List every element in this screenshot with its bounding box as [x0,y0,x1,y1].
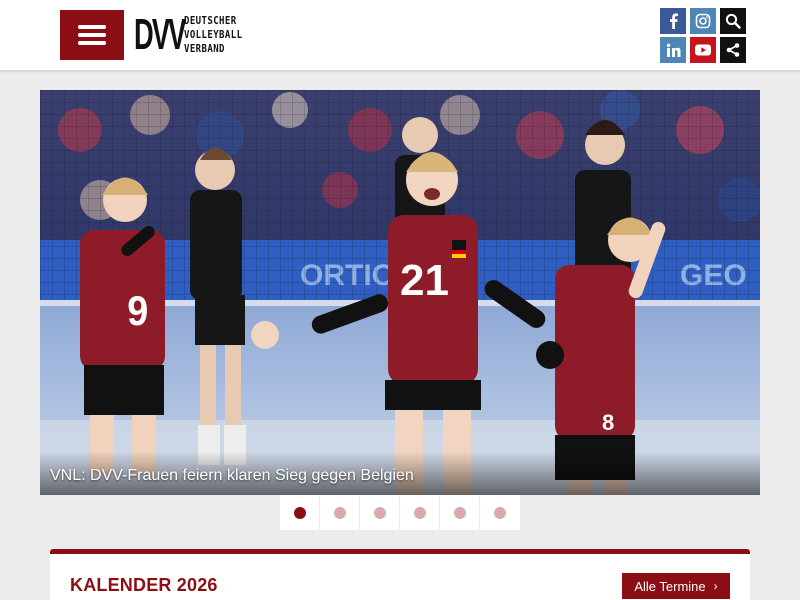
logo-text: DEUTSCHER VOLLEYBALL VERBAND [184,14,242,56]
slide-dot-2[interactable] [320,495,360,530]
dot-indicator [453,506,466,519]
calendar-title: KALENDER 2026 [70,575,218,595]
slide-dot-1[interactable] [280,495,320,530]
dot-indicator [413,506,426,519]
slide-caption[interactable]: VNL: DVV-Frauen feiern klaren Sieg gegen… [40,451,760,495]
dvv-logo[interactable]: DVV DEUTSCHER VOLLEYBALL VERBAND [134,12,255,58]
slide-dot-6[interactable] [480,495,520,530]
all-events-button[interactable]: Alle Termine › [622,573,730,599]
dot-indicator [373,506,386,519]
svg-text:21: 21 [400,256,449,305]
youtube-icon[interactable] [690,37,716,63]
dot-indicator [494,506,506,519]
all-events-label: Alle Termine [634,578,706,594]
search-icon[interactable] [720,8,746,34]
slide-caption-text[interactable]: VNL: DVV-Frauen feiern klaren Sieg gegen… [50,467,414,485]
share-icon[interactable] [720,37,746,63]
svg-text:8: 8 [602,410,614,435]
slide-dot-5[interactable] [440,495,480,530]
hero-slider[interactable]: ORTIOS GEO [40,90,760,495]
instagram-icon[interactable] [690,8,716,34]
site-header: DVV DEUTSCHER VOLLEYBALL VERBAND [0,0,800,70]
dot-indicator [333,506,346,519]
svg-text:9: 9 [127,288,148,334]
logo-mark: DVV [134,10,186,59]
calendar-card: KALENDER 2026 Alle Termine › [50,549,750,600]
hero-photo: ORTIOS GEO [40,90,760,495]
slide-dot-3[interactable] [360,495,400,530]
logo-line: DEUTSCHER [184,14,237,27]
logo-line: VOLLEYBALL [184,28,243,41]
dot-indicator [293,506,306,519]
hamburger-icon-bar [78,33,106,37]
linkedin-icon[interactable] [660,37,686,63]
logo-line: VERBAND [184,42,225,55]
facebook-icon[interactable] [660,8,686,34]
slide-dot-4[interactable] [400,495,440,530]
hamburger-icon-bar [78,41,106,45]
slider-pagination [280,495,520,530]
chevron-right-icon: › [713,579,718,593]
hamburger-icon [78,25,106,29]
menu-button[interactable] [60,10,124,60]
